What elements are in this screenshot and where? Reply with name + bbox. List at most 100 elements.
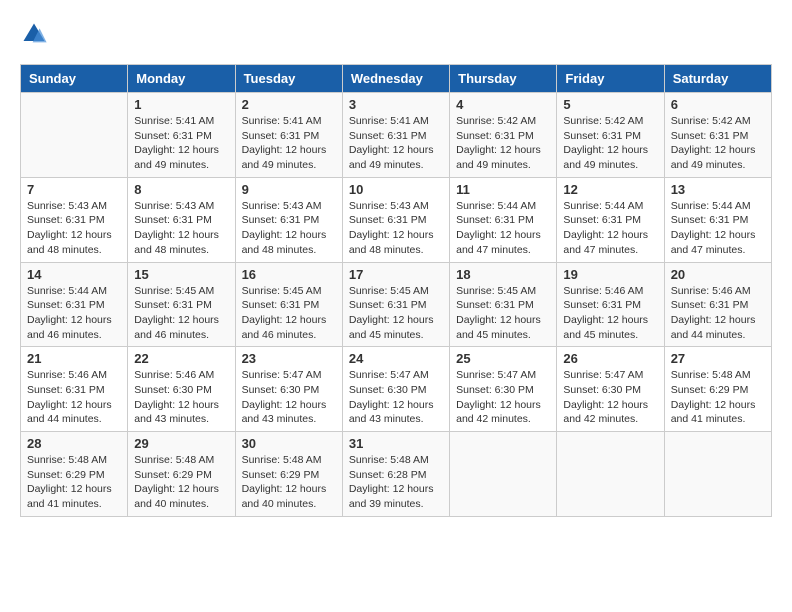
day-info: Sunrise: 5:42 AMSunset: 6:31 PMDaylight:…	[456, 114, 550, 173]
day-number: 31	[349, 436, 443, 451]
calendar-cell: 20 Sunrise: 5:46 AMSunset: 6:31 PMDayligh…	[664, 262, 771, 347]
day-info: Sunrise: 5:48 AMSunset: 6:29 PMDaylight:…	[134, 453, 228, 512]
calendar-cell: 29Sunrise: 5:48 AMSunset: 6:29 PMDayligh…	[128, 432, 235, 517]
day-info: Sunrise: 5:48 AMSunset: 6:29 PMDaylight:…	[27, 453, 121, 512]
calendar-cell: 21 Sunrise: 5:46 AMSunset: 6:31 PMDayligh…	[21, 347, 128, 432]
day-info: Sunrise: 5:45 AMSunset: 6:31 PMDaylight:…	[456, 284, 550, 343]
logo	[20, 20, 52, 48]
calendar-cell: 30Sunrise: 5:48 AMSunset: 6:29 PMDayligh…	[235, 432, 342, 517]
calendar-cell: 4Sunrise: 5:42 AMSunset: 6:31 PMDaylight…	[450, 93, 557, 178]
day-number: 23	[242, 351, 336, 366]
day-info: Sunrise: 5:46 AMSunset: 6:31 PMDaylight:…	[27, 368, 121, 427]
day-number: 28	[27, 436, 121, 451]
calendar-cell: 17Sunrise: 5:45 AMSunset: 6:31 PMDayligh…	[342, 262, 449, 347]
day-number: 15	[134, 267, 228, 282]
day-number: 25	[456, 351, 550, 366]
calendar-cell	[557, 432, 664, 517]
day-of-week-header: Wednesday	[342, 65, 449, 93]
calendar-week-row: 7 Sunrise: 5:43 AMSunset: 6:31 PMDaylight…	[21, 177, 772, 262]
day-number: 21	[27, 351, 121, 366]
calendar-cell: 23 Sunrise: 5:47 AMSunset: 6:30 PMDayligh…	[235, 347, 342, 432]
day-number: 1	[134, 97, 228, 112]
calendar-week-row: 14 Sunrise: 5:44 AMSunset: 6:31 PMDayligh…	[21, 262, 772, 347]
day-info: Sunrise: 5:48 AMSunset: 6:28 PMDaylight:…	[349, 453, 443, 512]
day-info: Sunrise: 5:43 AMSunset: 6:31 PMDaylight:…	[242, 199, 336, 258]
day-number: 2	[242, 97, 336, 112]
day-number: 26	[563, 351, 657, 366]
calendar-cell: 15 Sunrise: 5:45 AMSunset: 6:31 PMDayligh…	[128, 262, 235, 347]
day-number: 6	[671, 97, 765, 112]
calendar-cell: 11 Sunrise: 5:44 AMSunset: 6:31 PMDayligh…	[450, 177, 557, 262]
calendar-cell: 6 Sunrise: 5:42 AMSunset: 6:31 PMDaylight…	[664, 93, 771, 178]
day-of-week-header: Thursday	[450, 65, 557, 93]
day-info: Sunrise: 5:48 AMSunset: 6:29 PMDaylight:…	[671, 368, 765, 427]
day-number: 16	[242, 267, 336, 282]
calendar-cell: 5 Sunrise: 5:42 AMSunset: 6:31 PMDaylight…	[557, 93, 664, 178]
day-info: Sunrise: 5:47 AMSunset: 6:30 PMDaylight:…	[456, 368, 550, 427]
page-header	[20, 20, 772, 48]
day-number: 14	[27, 267, 121, 282]
calendar-cell: 10 Sunrise: 5:43 AMSunset: 6:31 PMDayligh…	[342, 177, 449, 262]
calendar-cell: 25 Sunrise: 5:47 AMSunset: 6:30 PMDayligh…	[450, 347, 557, 432]
day-number: 24	[349, 351, 443, 366]
calendar-cell: 1 Sunrise: 5:41 AMSunset: 6:31 PMDaylight…	[128, 93, 235, 178]
calendar-table: SundayMondayTuesdayWednesdayThursdayFrid…	[20, 64, 772, 517]
day-info: Sunrise: 5:44 AMSunset: 6:31 PMDaylight:…	[456, 199, 550, 258]
calendar-cell	[450, 432, 557, 517]
calendar-cell: 7Sunrise: 5:43 AMSunset: 6:31 PMDaylight…	[21, 177, 128, 262]
day-number: 30	[242, 436, 336, 451]
calendar-cell: 16 Sunrise: 5:45 AMSunset: 6:31 PMDayligh…	[235, 262, 342, 347]
day-of-week-header: Sunday	[21, 65, 128, 93]
day-number: 22	[134, 351, 228, 366]
day-info: Sunrise: 5:42 AMSunset: 6:31 PMDaylight:…	[671, 114, 765, 173]
day-number: 7	[27, 182, 121, 197]
day-number: 11	[456, 182, 550, 197]
calendar-cell: 3 Sunrise: 5:41 AMSunset: 6:31 PMDaylight…	[342, 93, 449, 178]
day-number: 19	[563, 267, 657, 282]
day-info: Sunrise: 5:41 AMSunset: 6:31 PMDaylight:…	[349, 114, 443, 173]
day-of-week-header: Tuesday	[235, 65, 342, 93]
calendar-cell: 18 Sunrise: 5:45 AMSunset: 6:31 PMDayligh…	[450, 262, 557, 347]
calendar-week-row: 21 Sunrise: 5:46 AMSunset: 6:31 PMDayligh…	[21, 347, 772, 432]
day-info: Sunrise: 5:45 AMSunset: 6:31 PMDaylight:…	[134, 284, 228, 343]
calendar-cell: 9 Sunrise: 5:43 AMSunset: 6:31 PMDaylight…	[235, 177, 342, 262]
day-info: Sunrise: 5:41 AMSunset: 6:31 PMDaylight:…	[134, 114, 228, 173]
calendar-cell: 8 Sunrise: 5:43 AMSunset: 6:31 PMDaylight…	[128, 177, 235, 262]
day-info: Sunrise: 5:44 AMSunset: 6:31 PMDaylight:…	[563, 199, 657, 258]
calendar-cell: 26Sunrise: 5:47 AMSunset: 6:30 PMDayligh…	[557, 347, 664, 432]
calendar-cell: 31 Sunrise: 5:48 AMSunset: 6:28 PMDayligh…	[342, 432, 449, 517]
calendar-header-row: SundayMondayTuesdayWednesdayThursdayFrid…	[21, 65, 772, 93]
day-number: 3	[349, 97, 443, 112]
day-number: 27	[671, 351, 765, 366]
day-info: Sunrise: 5:46 AMSunset: 6:31 PMDaylight:…	[563, 284, 657, 343]
calendar-cell: 28 Sunrise: 5:48 AMSunset: 6:29 PMDayligh…	[21, 432, 128, 517]
calendar-cell: 27 Sunrise: 5:48 AMSunset: 6:29 PMDayligh…	[664, 347, 771, 432]
day-of-week-header: Saturday	[664, 65, 771, 93]
day-info: Sunrise: 5:43 AMSunset: 6:31 PMDaylight:…	[134, 199, 228, 258]
day-number: 10	[349, 182, 443, 197]
day-info: Sunrise: 5:46 AMSunset: 6:31 PMDaylight:…	[671, 284, 765, 343]
day-info: Sunrise: 5:43 AMSunset: 6:31 PMDaylight:…	[349, 199, 443, 258]
calendar-cell: 13Sunrise: 5:44 AMSunset: 6:31 PMDayligh…	[664, 177, 771, 262]
day-number: 18	[456, 267, 550, 282]
day-number: 8	[134, 182, 228, 197]
calendar-cell	[21, 93, 128, 178]
day-number: 12	[563, 182, 657, 197]
day-of-week-header: Monday	[128, 65, 235, 93]
calendar-cell: 14 Sunrise: 5:44 AMSunset: 6:31 PMDayligh…	[21, 262, 128, 347]
day-info: Sunrise: 5:44 AMSunset: 6:31 PMDaylight:…	[671, 199, 765, 258]
day-info: Sunrise: 5:42 AMSunset: 6:31 PMDaylight:…	[563, 114, 657, 173]
day-info: Sunrise: 5:46 AMSunset: 6:30 PMDaylight:…	[134, 368, 228, 427]
day-info: Sunrise: 5:44 AMSunset: 6:31 PMDaylight:…	[27, 284, 121, 343]
day-of-week-header: Friday	[557, 65, 664, 93]
calendar-cell: 19 Sunrise: 5:46 AMSunset: 6:31 PMDayligh…	[557, 262, 664, 347]
day-info: Sunrise: 5:45 AMSunset: 6:31 PMDaylight:…	[349, 284, 443, 343]
calendar-cell: 22 Sunrise: 5:46 AMSunset: 6:30 PMDayligh…	[128, 347, 235, 432]
day-number: 5	[563, 97, 657, 112]
calendar-cell: 24Sunrise: 5:47 AMSunset: 6:30 PMDayligh…	[342, 347, 449, 432]
day-number: 9	[242, 182, 336, 197]
day-number: 20	[671, 267, 765, 282]
day-info: Sunrise: 5:47 AMSunset: 6:30 PMDaylight:…	[242, 368, 336, 427]
calendar-week-row: 28 Sunrise: 5:48 AMSunset: 6:29 PMDayligh…	[21, 432, 772, 517]
day-info: Sunrise: 5:45 AMSunset: 6:31 PMDaylight:…	[242, 284, 336, 343]
